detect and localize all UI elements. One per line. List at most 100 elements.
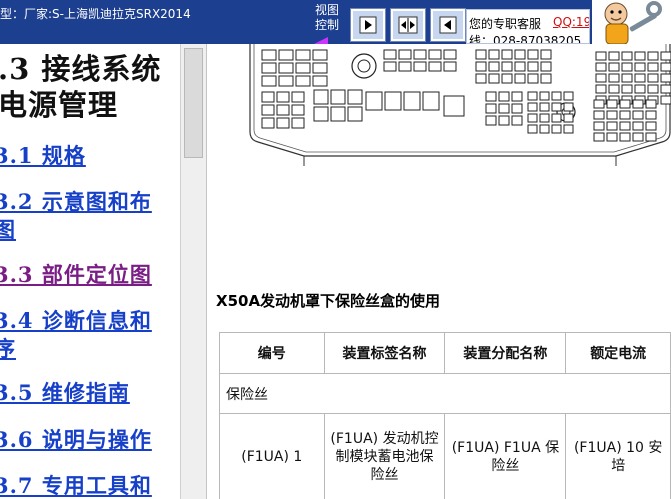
split-view-button[interactable] bbox=[391, 9, 425, 41]
fuse-slot bbox=[384, 91, 402, 111]
fuse-slot bbox=[645, 132, 657, 142]
fuse-slot bbox=[608, 62, 620, 72]
column-header-number: 编号 bbox=[219, 332, 325, 374]
fuse-slot bbox=[660, 51, 671, 61]
qq-link[interactable]: QQ:19 bbox=[553, 15, 589, 29]
nav-scrollbar[interactable] bbox=[180, 44, 207, 499]
fuse-slot bbox=[276, 117, 290, 129]
fuse-slot bbox=[621, 73, 633, 83]
cell-label-name: (F1UA) 发动机控制模块蓄电池保险丝 bbox=[323, 413, 446, 499]
fuse-slot bbox=[501, 49, 513, 60]
fuse-usage-table: 编号 装置标签名称 装置分配名称 额定电流 保险丝 (F1UA) 1 (F1UA… bbox=[219, 332, 671, 499]
fuse-slot bbox=[660, 73, 671, 83]
column-header-rated-current: 额定电流 bbox=[565, 332, 671, 374]
fuse-slot bbox=[539, 113, 550, 123]
nav-link-diagnostic-info-cont[interactable]: 序 bbox=[0, 333, 16, 363]
fuse-slot bbox=[647, 62, 659, 72]
fuse-slot bbox=[660, 84, 671, 94]
fuse-slot bbox=[347, 106, 363, 122]
fuse-slot bbox=[527, 73, 539, 84]
view-control-line-2: 控制 bbox=[314, 18, 339, 32]
support-label: 您的专职客服 bbox=[469, 17, 542, 31]
nav-link-special-tools[interactable]: 3.7 专用工具和 bbox=[0, 470, 152, 499]
fuse-slot bbox=[413, 61, 427, 72]
fuse-slot bbox=[593, 99, 605, 109]
table-group-row: 保险丝 bbox=[219, 373, 671, 414]
fuse-slot bbox=[261, 91, 275, 103]
fuse-slot bbox=[595, 84, 607, 94]
fuse-slot bbox=[606, 99, 618, 109]
nav-link-description-operation[interactable]: 3.6 说明与操作 bbox=[0, 424, 152, 454]
nav-link-schematics-cont[interactable]: 图 bbox=[0, 214, 16, 244]
fuse-slot bbox=[563, 113, 574, 123]
fuse-box-diagram bbox=[249, 44, 671, 166]
fuse-slot bbox=[608, 51, 620, 61]
fuse-slot bbox=[621, 84, 633, 94]
content-pane: X50A发动机罩下保险丝盒的使用 编号 装置标签名称 装置分配名称 额定电流 保… bbox=[208, 44, 671, 499]
fuse-slot bbox=[619, 110, 631, 120]
fuse-slot bbox=[606, 110, 618, 120]
fuse-slot bbox=[660, 62, 671, 72]
fuse-slot bbox=[312, 49, 328, 61]
fuse-slot bbox=[261, 104, 275, 116]
fuse-slot bbox=[443, 95, 465, 117]
fuse-slot bbox=[551, 91, 562, 101]
fuse-slot bbox=[383, 61, 397, 72]
fuse-slot bbox=[645, 121, 657, 131]
fuse-slot bbox=[647, 84, 659, 94]
fuse-slot bbox=[539, 91, 550, 101]
fuse-slot bbox=[540, 73, 552, 84]
fuse-slot bbox=[475, 73, 487, 84]
triangle-right-icon bbox=[359, 16, 377, 34]
support-phone: 线：028-87038205 bbox=[469, 34, 582, 44]
fuse-slot bbox=[261, 75, 277, 87]
fuse-slot bbox=[278, 62, 294, 74]
fuse-slot bbox=[606, 132, 618, 142]
top-toolbar: 型：厂家:S-上海凯迪拉克SRX2014 视图 控制 您的专职客服 QQ:19 … bbox=[0, 0, 671, 44]
fuse-slot bbox=[563, 124, 574, 134]
previous-page-button[interactable] bbox=[431, 9, 465, 41]
next-page-button[interactable] bbox=[351, 9, 385, 41]
fuse-slot bbox=[514, 49, 526, 60]
table-header-row: 编号 装置标签名称 装置分配名称 额定电流 bbox=[219, 332, 671, 374]
fuse-slot bbox=[488, 73, 500, 84]
nav-scrollbar-thumb[interactable] bbox=[184, 48, 203, 158]
fuse-slot bbox=[443, 49, 457, 60]
fuse-slot bbox=[488, 61, 500, 72]
nav-link-specifications[interactable]: 3.1 规格 bbox=[0, 140, 86, 170]
fuse-slot bbox=[527, 124, 538, 134]
nav-link-repair-guide[interactable]: 3.5 维修指南 bbox=[0, 377, 130, 407]
triangle-left-icon bbox=[439, 16, 457, 34]
fuse-slot bbox=[443, 61, 457, 72]
column-header-assigned-name: 装置分配名称 bbox=[444, 332, 567, 374]
vehicle-info: 型：厂家:S-上海凯迪拉克SRX2014 bbox=[0, 7, 191, 21]
fuse-slot bbox=[634, 73, 646, 83]
fuse-slot bbox=[563, 91, 574, 101]
fuse-slot bbox=[511, 103, 523, 114]
view-control-line-1: 视图 bbox=[314, 3, 339, 17]
nav-link-schematics[interactable]: 3.2 示意图和布 bbox=[0, 186, 152, 216]
fuse-slot bbox=[621, 62, 633, 72]
fuse-slot bbox=[563, 102, 574, 112]
fuse-slot bbox=[527, 91, 538, 101]
cell-rated-current: (F1UA) 10 安培 bbox=[565, 413, 671, 499]
fuse-slot bbox=[488, 49, 500, 60]
fuse-slot bbox=[527, 61, 539, 72]
fuse-slot bbox=[514, 73, 526, 84]
fuse-slot bbox=[498, 103, 510, 114]
fuse-slot bbox=[312, 62, 328, 74]
fuse-slot bbox=[595, 73, 607, 83]
fuse-slot bbox=[551, 124, 562, 134]
fuse-slot bbox=[551, 113, 562, 123]
table-row: (F1UA) 1 (F1UA) 发动机控制模块蓄电池保险丝 (F1UA) F1U… bbox=[219, 413, 671, 499]
column-header-label-name: 装置标签名称 bbox=[323, 332, 446, 374]
fuse-slot bbox=[608, 84, 620, 94]
nav-link-diagnostic-info[interactable]: 3.4 诊断信息和 bbox=[0, 305, 152, 335]
fuse-slot bbox=[593, 121, 605, 131]
nav-link-component-locator[interactable]: 3.3 部件定位图 bbox=[0, 259, 152, 289]
fuse-slot bbox=[501, 61, 513, 72]
fuse-slot bbox=[498, 91, 510, 102]
fuse-slot bbox=[485, 115, 497, 126]
fuse-slot bbox=[660, 95, 671, 105]
fuse-slot bbox=[511, 91, 523, 102]
